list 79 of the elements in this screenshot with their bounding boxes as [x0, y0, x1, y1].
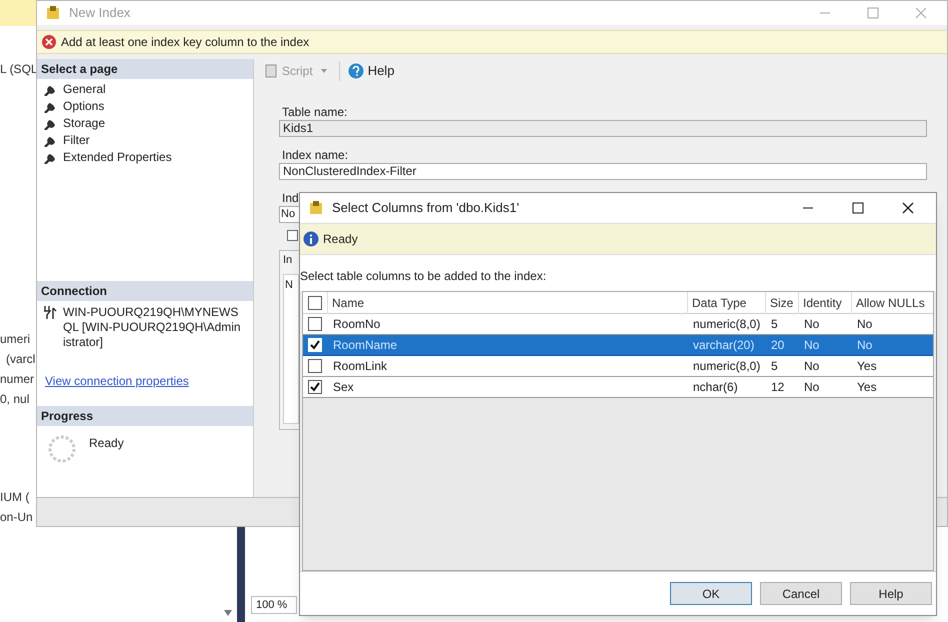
table-cell-text: No — [803, 337, 820, 354]
close-icon — [915, 7, 927, 19]
checkbox[interactable] — [287, 230, 298, 241]
section-header: Select a page — [37, 59, 253, 79]
checkbox[interactable] — [308, 359, 322, 373]
window-title: New Index — [69, 4, 130, 22]
table-cell-text: numeric(8,0) — [692, 316, 762, 333]
table-cell-text: No — [856, 316, 874, 333]
field-label: Table name: — [281, 104, 348, 120]
check-icon — [308, 338, 322, 352]
tab-strip — [0, 0, 36, 26]
table-cell-text: No — [803, 379, 820, 396]
page-link[interactable]: Storage — [63, 114, 106, 132]
instruction-text: Select table columns to be added to the index: — [300, 255, 936, 291]
page-link[interactable]: General — [63, 80, 106, 98]
error-icon — [41, 34, 57, 50]
page-link[interactable]: Options — [63, 96, 104, 114]
table-cell-text: varchar(20) — [692, 337, 756, 354]
status-text: Ready — [323, 231, 358, 248]
group-title: In — [283, 253, 294, 268]
scroll-down-icon — [224, 610, 232, 616]
close-icon — [902, 202, 914, 214]
table-row[interactable]: RoomName varchar(20) 20 No No — [303, 335, 933, 356]
text-field[interactable]: NonClusteredIndex-Filter — [279, 163, 927, 180]
zoom-field[interactable]: 100 % — [251, 596, 297, 614]
maximize-icon — [852, 202, 864, 214]
table-cell-text: Yes — [856, 379, 878, 396]
page-link[interactable]: Extended Properties — [63, 148, 172, 166]
error-message: Add at least one index key column to the index — [61, 34, 310, 51]
table-cell-text: No — [803, 316, 820, 333]
code-text: umeri — [0, 331, 30, 348]
code-text: on-Un — [0, 509, 33, 526]
progress-status: Ready — [89, 435, 124, 452]
dialog-button[interactable]: OK — [670, 582, 752, 605]
table-row[interactable]: Sex nchar(6) 12 No Yes — [303, 377, 933, 398]
table-row[interactable]: RoomLink numeric(8,0) 5 No Yes — [303, 356, 933, 377]
table-cell-text: RoomName — [332, 337, 398, 354]
table-cell-text: Sex — [332, 379, 355, 396]
checkbox[interactable] — [308, 296, 322, 310]
code-text: (varcl — [6, 351, 36, 368]
table-cell-text: Yes — [856, 358, 878, 375]
table-cell-text: No — [856, 337, 874, 354]
caret-icon — [320, 69, 327, 73]
table-cell-text: numeric(8,0) — [692, 358, 762, 375]
server-name: WIN-PUOURQ219QH\MYNEWSQL [WIN-PUOURQ219QH\Administrator] — [63, 305, 241, 350]
code-text: IUM ( — [0, 489, 30, 506]
table-cell-text: 5 — [770, 358, 779, 375]
section-header: Connection — [37, 281, 253, 301]
dropdown[interactable]: No — [279, 206, 300, 223]
checkbox[interactable] — [308, 380, 322, 394]
field-label: Ind — [281, 190, 299, 206]
info-icon — [303, 231, 319, 247]
help-button[interactable]: Help — [338, 61, 394, 81]
help-icon — [348, 63, 364, 79]
app-icon — [45, 5, 61, 21]
field-label: Index name: — [281, 147, 350, 163]
check-icon — [308, 380, 322, 394]
code-text: L (SQL — [0, 61, 38, 78]
table-cell-text: 12 — [770, 379, 786, 396]
section-header: Progress — [37, 406, 253, 426]
code-text: 0, nul — [0, 391, 30, 408]
table-cell-text: RoomLink — [332, 358, 388, 375]
table-cell-text: No — [803, 358, 820, 375]
dialog-button[interactable]: Cancel — [760, 582, 842, 605]
table-cell-text: 20 — [770, 337, 786, 354]
code-text: numer — [0, 371, 34, 388]
dialog-button[interactable]: Help — [850, 582, 932, 605]
checkbox[interactable] — [308, 317, 322, 331]
table-cell-text: 5 — [770, 316, 779, 333]
table-cell-text: RoomNo — [332, 316, 382, 333]
window-title: Select Columns from 'dbo.Kids1' — [332, 199, 520, 218]
app-icon — [308, 200, 324, 216]
table-cell-text: nchar(6) — [692, 379, 739, 396]
maximize-icon — [867, 7, 879, 19]
column-header: N — [285, 278, 294, 292]
page-link[interactable]: Filter — [63, 130, 90, 148]
spinner-icon — [47, 434, 77, 464]
table-row[interactable]: RoomNo numeric(8,0) 5 No No — [303, 314, 933, 335]
connection-link[interactable]: View connection properties — [45, 372, 189, 390]
